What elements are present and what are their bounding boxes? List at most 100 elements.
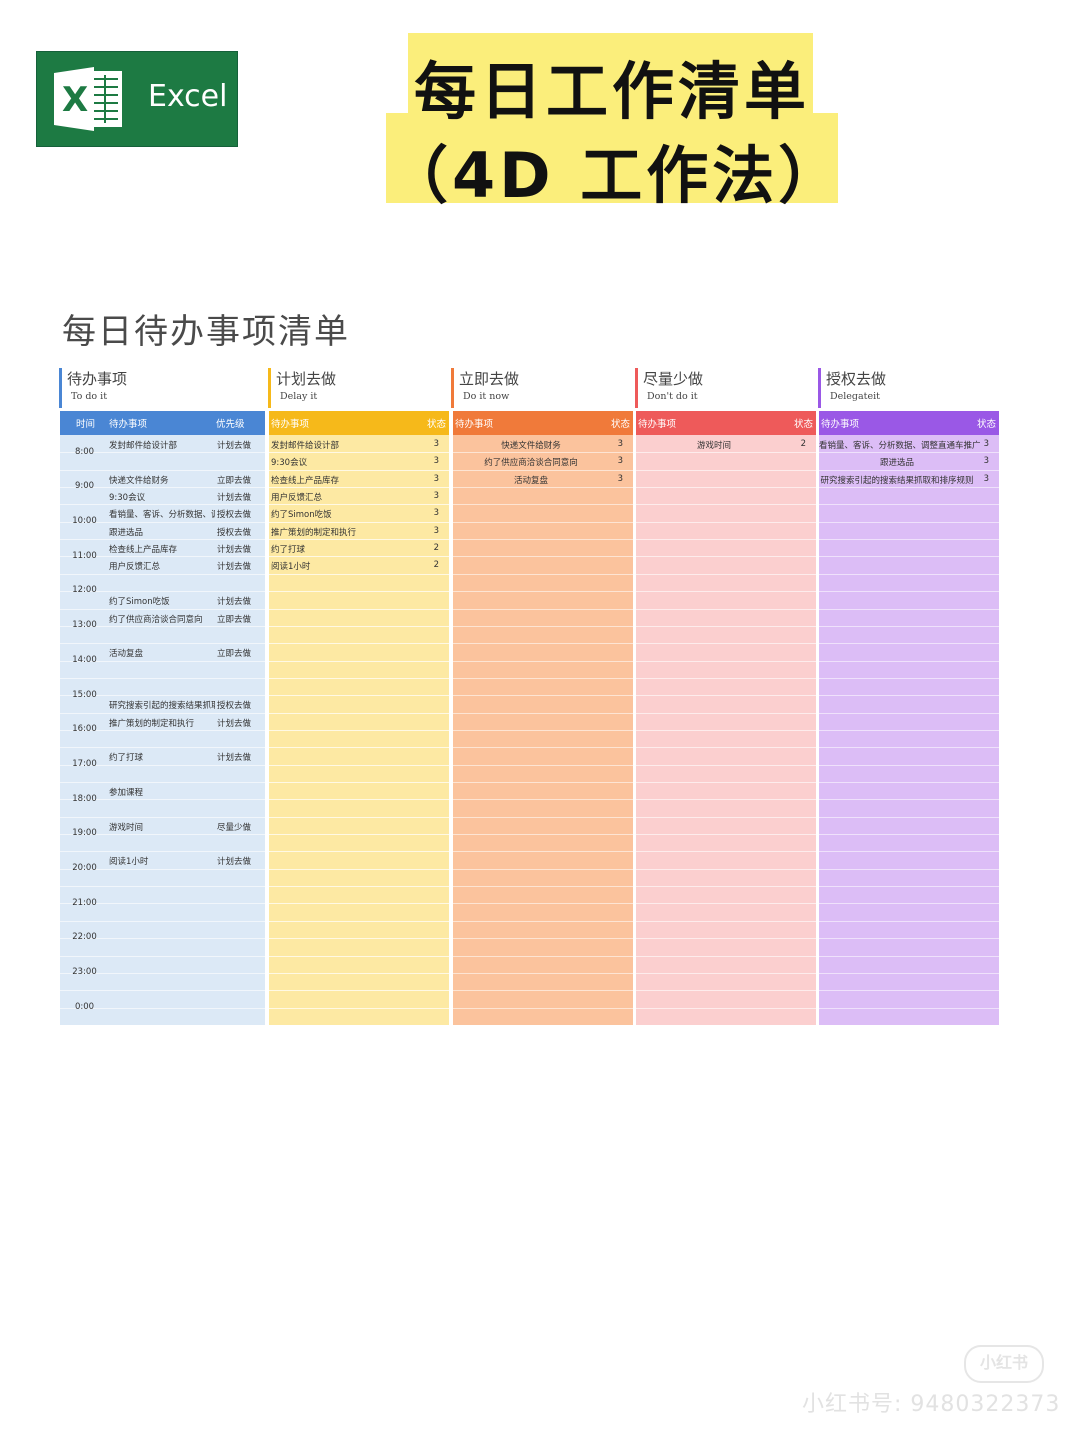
task-status: 3 <box>433 525 439 536</box>
task-status: 3 <box>617 439 623 449</box>
title-line-2: （4D 工作法） <box>386 139 845 212</box>
row-divider <box>819 695 999 697</box>
excel-wordmark: Excel <box>148 79 228 114</box>
watermark-badge: 小红书 <box>964 1345 1044 1383</box>
time-label: 22:00 <box>72 932 97 943</box>
row-divider <box>453 782 633 783</box>
row-divider <box>819 955 999 957</box>
row-divider <box>269 920 449 922</box>
row-divider <box>453 972 633 974</box>
row-divider <box>636 799 816 801</box>
task-item: 快递文件给财务 <box>501 441 561 451</box>
todo-item: 推广策划的制定和执行 <box>109 718 195 729</box>
todo-priority: 计划去做 <box>217 441 252 451</box>
row-divider <box>269 886 449 888</box>
row-divider <box>636 608 816 610</box>
row-divider <box>453 747 633 749</box>
row-divider <box>819 521 999 523</box>
time-label: 21:00 <box>72 897 97 908</box>
row-divider <box>819 556 999 558</box>
task-item: 检查线上产品库存 <box>271 475 340 486</box>
row-divider <box>453 903 633 905</box>
row-divider <box>269 608 449 610</box>
column-header-todo: 待办事项 To do it <box>59 368 127 408</box>
task-status: 3 <box>433 491 439 502</box>
row-divider <box>453 799 633 801</box>
row-divider <box>636 521 816 523</box>
row-divider <box>269 625 449 627</box>
row-divider <box>819 643 999 645</box>
time-label: 10:00 <box>72 516 97 527</box>
task-item: 9:30会议 <box>271 458 308 469</box>
column-header-dont: 尽量少做 Don't do it <box>635 368 703 408</box>
task-item: 游戏时间 <box>696 441 731 451</box>
row-divider <box>819 851 999 853</box>
row-divider <box>636 712 816 714</box>
column-header-delay: 计划去做 Delay it <box>268 368 336 408</box>
task-status: 2 <box>433 560 439 571</box>
row-divider <box>636 469 816 471</box>
time-label: 20:00 <box>72 863 97 874</box>
time-label: 0:00 <box>74 1001 95 1012</box>
row-divider <box>636 868 816 870</box>
column-header-delegate: 授权去做 Delegateit <box>818 368 886 408</box>
task-status: 3 <box>433 473 439 484</box>
row-divider <box>269 521 449 523</box>
row-divider <box>453 851 633 853</box>
task-item: 推广策划的制定和执行 <box>271 527 357 538</box>
todo-priority: 计划去做 <box>217 493 252 504</box>
row-divider <box>819 799 999 801</box>
row-divider <box>60 782 265 783</box>
dont-panel-header: 待办事项 状态 <box>636 411 816 435</box>
row-divider <box>636 955 816 957</box>
row-divider <box>636 452 816 454</box>
section-title: 每日待办事项清单 <box>62 312 350 352</box>
time-label: 8:00 <box>74 446 95 457</box>
task-status: 2 <box>800 439 806 449</box>
row-divider <box>269 1007 449 1009</box>
time-label: 16:00 <box>72 724 97 735</box>
row-divider <box>636 573 816 575</box>
row-divider <box>819 834 999 836</box>
row-divider <box>636 677 816 679</box>
todo-item: 参加课程 <box>109 788 144 798</box>
row-divider <box>453 487 633 489</box>
row-divider <box>636 591 816 593</box>
svg-text:X: X <box>62 80 88 120</box>
row-divider <box>819 972 999 974</box>
row-divider <box>819 608 999 610</box>
row-divider <box>453 868 633 870</box>
row-divider <box>636 729 816 731</box>
todo-item: 看销量、客诉、分析数据、调 <box>109 510 215 521</box>
row-divider <box>269 712 449 714</box>
row-divider <box>60 990 265 992</box>
row-divider <box>636 643 816 645</box>
row-divider <box>269 591 449 593</box>
row-divider <box>453 990 633 992</box>
row-divider <box>453 886 633 888</box>
row-divider <box>819 539 999 541</box>
row-divider <box>453 712 633 714</box>
row-divider <box>453 816 633 818</box>
row-divider <box>269 903 449 905</box>
row-divider <box>60 747 265 749</box>
time-label: 14:00 <box>72 654 97 665</box>
time-label: 18:00 <box>72 793 97 804</box>
row-divider <box>269 764 449 766</box>
row-divider <box>819 920 999 922</box>
todo-item: 约了打球 <box>109 753 144 764</box>
time-label: 15:00 <box>72 689 97 700</box>
row-divider <box>636 487 816 489</box>
row-divider <box>60 469 265 471</box>
do-now-panel: 待办事项 状态 快递文件给财务 3 约了供应商洽谈合同意向 3 活动复盘 3 <box>453 411 633 1025</box>
todo-priority: 立即去做 <box>217 475 252 486</box>
row-divider <box>636 660 816 662</box>
row-divider <box>60 504 265 506</box>
todo-priority: 立即去做 <box>217 614 252 625</box>
todo-item: 检查线上产品库存 <box>109 545 178 556</box>
task-status: 3 <box>433 508 439 519</box>
page-title: 每日工作清单 （4D 工作法） <box>386 33 840 212</box>
todo-item: 约了供应商洽谈合同意向 <box>109 614 203 625</box>
todo-priority: 计划去做 <box>217 545 252 556</box>
time-label: 9:00 <box>74 481 95 492</box>
